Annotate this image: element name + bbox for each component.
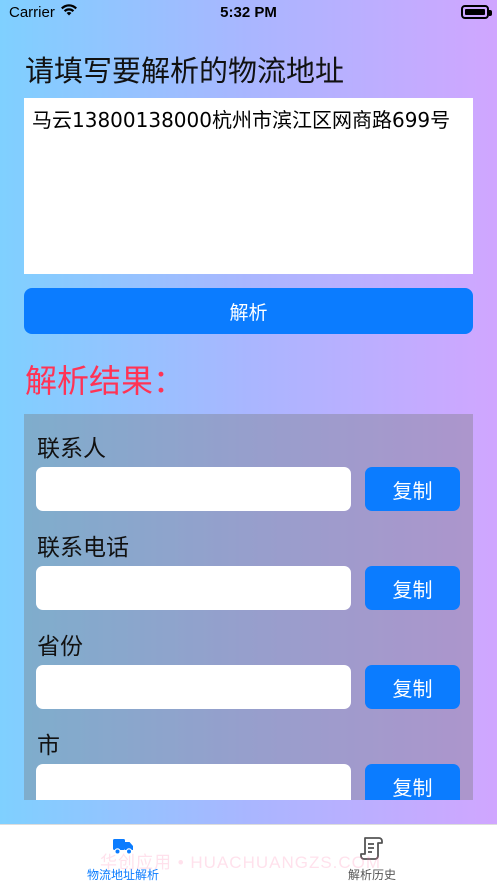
field-label: 联系人 [37,436,106,462]
copy-city-button[interactable]: 复制 [365,764,460,800]
field-label: 省份 [37,634,83,660]
result-panel: 联系人 复制 联系电话 复制 省份 复制 市 复制 [24,414,473,800]
field-label: 市 [37,733,60,759]
watermark: 华创应用 • HUACHUANGZS.COM [100,853,382,872]
result-title: 解析结果： [25,362,186,400]
copy-province-button[interactable]: 复制 [365,665,460,709]
clock: 5:32 PM [220,4,277,21]
province-input[interactable] [36,665,351,709]
parse-button[interactable]: 解析 [24,288,473,334]
battery-icon [461,5,492,19]
status-bar: Carrier 5:32 PM [0,0,497,26]
contact-input[interactable] [36,467,351,511]
city-input[interactable] [36,764,351,800]
copy-contact-button[interactable]: 复制 [365,467,460,511]
page-title: 请填写要解析的物流地址 [25,54,345,88]
phone-input[interactable] [36,566,351,610]
field-label: 联系电话 [37,535,129,561]
address-textarea[interactable]: 马云13800138000杭州市滨江区网商路699号 [24,98,473,274]
copy-phone-button[interactable]: 复制 [365,566,460,610]
